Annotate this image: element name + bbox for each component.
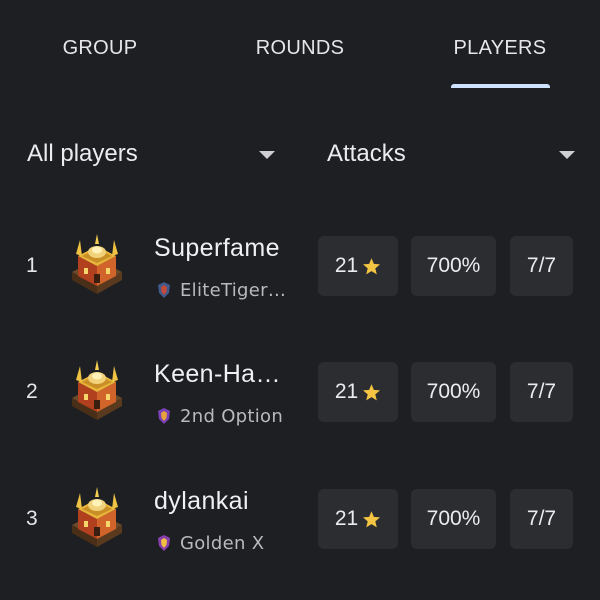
player-clan: 2nd Option xyxy=(156,404,283,428)
stars-stat: 21 xyxy=(318,489,398,549)
town-hall-icon xyxy=(68,234,126,296)
stars-value: 21 xyxy=(334,507,359,530)
caret-down-icon xyxy=(259,151,275,159)
stars-stat: 21 xyxy=(318,236,398,296)
player-name: Superfame xyxy=(154,234,280,262)
stat-filter-dropdown[interactable]: Attacks xyxy=(327,130,587,180)
attacks-stat: 7/7 xyxy=(510,236,573,296)
tab-group[interactable]: GROUP xyxy=(30,30,170,70)
player-clan: Golden X xyxy=(156,531,264,555)
attacks-stat: 7/7 xyxy=(510,489,573,549)
stat-filter-label: Attacks xyxy=(327,140,406,167)
player-row[interactable]: 1 Superfame EliteTiger… 21 700% 7/7 xyxy=(0,218,600,318)
clan-badge-icon xyxy=(158,408,170,424)
player-rank: 1 xyxy=(26,254,38,277)
players-filter-dropdown[interactable]: All players xyxy=(27,130,287,180)
stars-value: 21 xyxy=(334,254,359,277)
star-icon xyxy=(362,510,381,529)
destruction-stat: 700% xyxy=(411,362,496,422)
player-clan: EliteTiger… xyxy=(156,278,286,302)
players-screen: GROUP ROUNDS PLAYERS All players Attacks… xyxy=(0,0,600,600)
town-hall-icon xyxy=(68,360,126,422)
tab-rounds[interactable]: ROUNDS xyxy=(230,30,370,70)
stars-stat: 21 xyxy=(318,362,398,422)
tab-bar: GROUP ROUNDS PLAYERS xyxy=(0,0,600,90)
star-icon xyxy=(362,383,381,402)
clan-badge-icon xyxy=(158,282,170,298)
player-row[interactable]: 3 dylankai Golden X 21 700% 7/7 xyxy=(0,471,600,571)
destruction-stat: 700% xyxy=(411,489,496,549)
destruction-stat: 700% xyxy=(411,236,496,296)
stars-value: 21 xyxy=(334,380,359,403)
player-rank: 3 xyxy=(26,507,38,530)
clan-name: 2nd Option xyxy=(180,405,284,427)
clan-badge-icon xyxy=(158,535,170,551)
town-hall-icon xyxy=(68,487,126,549)
attacks-stat: 7/7 xyxy=(510,362,573,422)
star-icon xyxy=(362,257,381,276)
clan-name: EliteTiger… xyxy=(180,279,287,301)
clan-name: Golden X xyxy=(180,532,265,554)
players-filter-label: All players xyxy=(27,140,138,167)
player-row[interactable]: 2 Keen-Ha… 2nd Option 21 700% 7/7 xyxy=(0,344,600,444)
player-name: dylankai xyxy=(154,487,249,515)
tab-players[interactable]: PLAYERS xyxy=(430,30,570,70)
player-rank: 2 xyxy=(26,380,38,403)
player-name: Keen-Ha… xyxy=(154,360,281,388)
active-tab-indicator xyxy=(451,84,550,88)
caret-down-icon xyxy=(559,151,575,159)
